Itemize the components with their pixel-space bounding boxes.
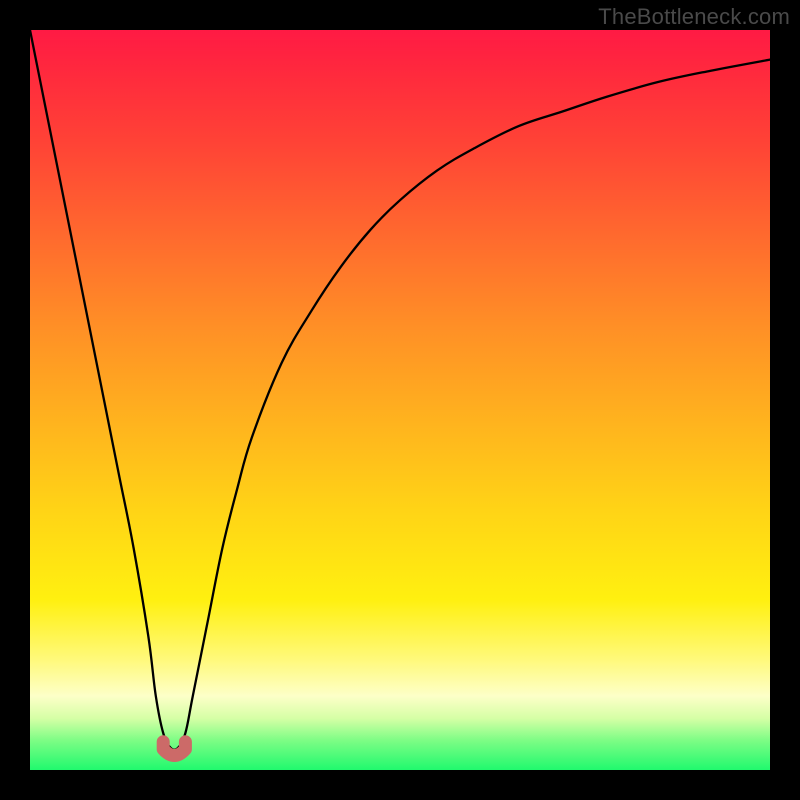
plot-area <box>30 30 770 770</box>
chart-frame: TheBottleneck.com <box>0 0 800 800</box>
watermark-text: TheBottleneck.com <box>598 4 790 30</box>
bottleneck-curve <box>30 30 770 750</box>
curve-svg <box>30 30 770 770</box>
